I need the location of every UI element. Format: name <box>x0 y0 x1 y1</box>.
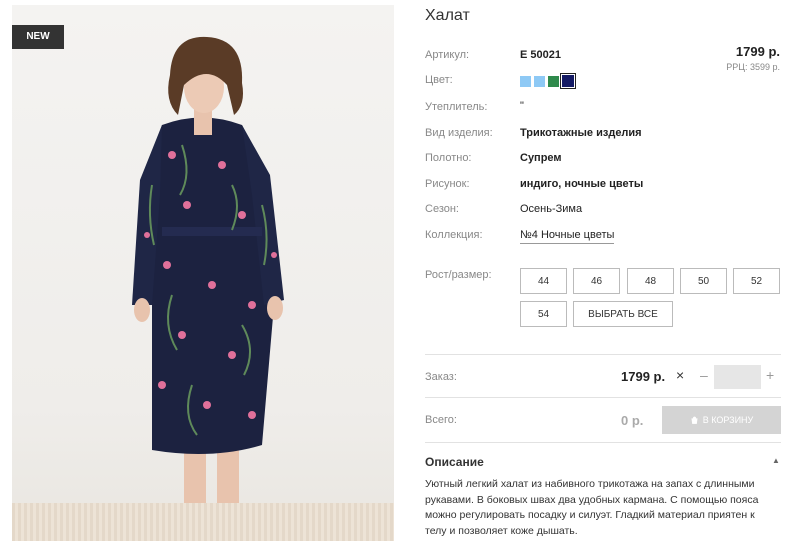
article-label: Артикул: <box>425 49 470 61</box>
product-type-label: Вид изделия: <box>425 127 493 139</box>
order-price: 1799 р. <box>621 369 666 384</box>
size-option-50[interactable]: 50 <box>680 268 727 294</box>
color-swatches <box>520 73 576 89</box>
quantity-input[interactable] <box>714 365 761 389</box>
size-label: Рост/размер: <box>425 269 492 281</box>
size-option-44[interactable]: 44 <box>520 268 567 294</box>
increase-quantity-button[interactable]: + <box>766 367 774 383</box>
divider <box>425 442 781 443</box>
divider <box>425 354 781 355</box>
decrease-quantity-button[interactable]: – <box>700 367 708 383</box>
size-option-48[interactable]: 48 <box>627 268 674 294</box>
size-option-46[interactable]: 46 <box>573 268 620 294</box>
color-label: Цвет: <box>425 74 453 86</box>
total-value: 0 р. <box>621 413 644 428</box>
fabric-value: Супрем <box>520 152 562 164</box>
model-in-robe-illustration <box>132 36 284 533</box>
order-label: Заказ: <box>425 371 457 383</box>
color-swatch-selected[interactable] <box>560 73 576 89</box>
add-to-cart-button[interactable]: В КОРЗИНУ <box>662 406 781 434</box>
season-value: Осень-Зима <box>520 203 583 215</box>
collection-link[interactable]: №4 Ночные цветы <box>520 229 615 244</box>
color-swatch[interactable] <box>520 75 531 87</box>
product-title: Халат <box>425 7 470 24</box>
recommended-retail-price: РРЦ: 3599 р. <box>726 62 780 72</box>
total-label: Всего: <box>425 414 457 426</box>
product-type-value: Трикотажные изделия <box>520 127 642 139</box>
pattern-value: индиго, ночные цветы <box>520 178 644 190</box>
new-badge: NEW <box>12 25 64 49</box>
size-option-54[interactable]: 54 <box>520 301 567 327</box>
pattern-label: Рисунок: <box>425 178 470 190</box>
color-swatch[interactable] <box>548 75 559 87</box>
description-text: Уютный легкий халат из набивного трикота… <box>425 478 759 537</box>
divider <box>425 397 781 398</box>
description-title[interactable]: Описание <box>425 455 484 469</box>
size-option-52[interactable]: 52 <box>733 268 780 294</box>
color-swatch[interactable] <box>534 75 545 87</box>
floor-rug <box>12 503 394 541</box>
product-price: 1799 р. <box>735 44 780 59</box>
season-label: Сезон: <box>425 203 459 215</box>
product-image[interactable]: NEW <box>12 5 394 541</box>
insulation-value: " <box>520 100 524 112</box>
cart-icon <box>691 416 698 425</box>
article-value: Е 50021 <box>520 49 561 61</box>
collapse-caret-icon[interactable]: ▲ <box>772 456 780 465</box>
add-to-cart-label: В КОРЗИНУ <box>702 415 754 425</box>
collection-label: Коллекция: <box>425 229 483 241</box>
insulation-label: Утеплитель: <box>425 101 488 113</box>
multiply-icon: × <box>676 367 685 383</box>
select-all-sizes-button[interactable]: ВЫБРАТЬ ВСЕ <box>573 301 673 327</box>
fabric-label: Полотно: <box>425 152 472 164</box>
